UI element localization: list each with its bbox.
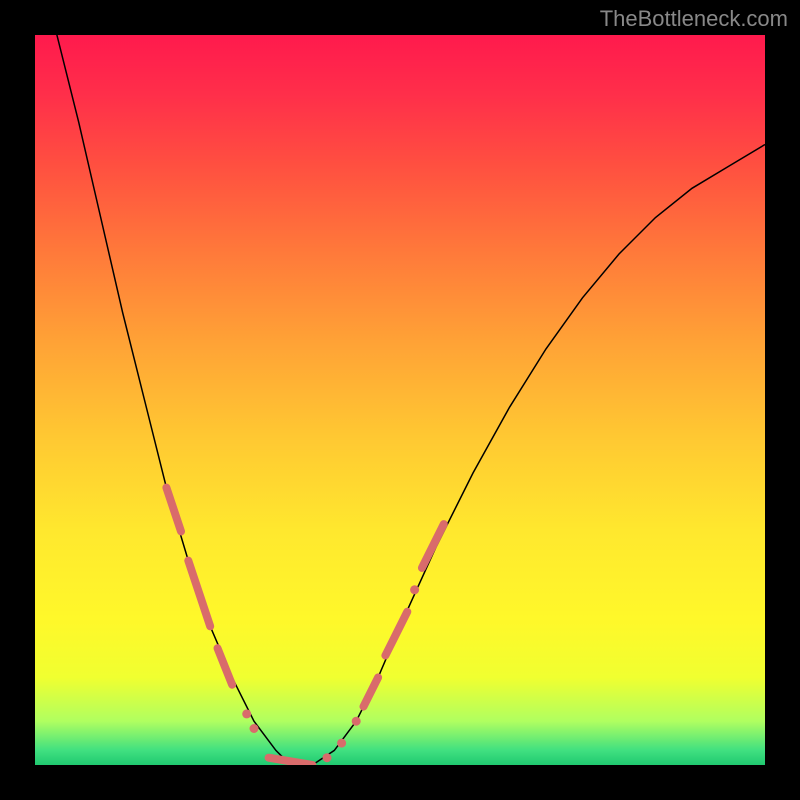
marker-segment xyxy=(218,648,233,685)
marker-segment xyxy=(364,677,379,706)
watermark-text: TheBottleneck.com xyxy=(600,6,788,32)
chart-plot-area xyxy=(35,35,765,765)
marker-segment xyxy=(166,488,181,532)
marker-segment xyxy=(188,561,210,627)
marker-point xyxy=(250,724,259,733)
marker-point xyxy=(352,717,361,726)
marker-segment xyxy=(385,612,407,656)
chart-svg xyxy=(35,35,765,765)
marker-point xyxy=(323,753,332,762)
marker-point xyxy=(337,739,346,748)
marker-point xyxy=(242,709,251,718)
marker-segment xyxy=(269,758,313,765)
marker-group xyxy=(166,488,443,765)
bottleneck-curve xyxy=(35,35,765,765)
marker-segment xyxy=(422,524,444,568)
marker-point xyxy=(410,585,419,594)
